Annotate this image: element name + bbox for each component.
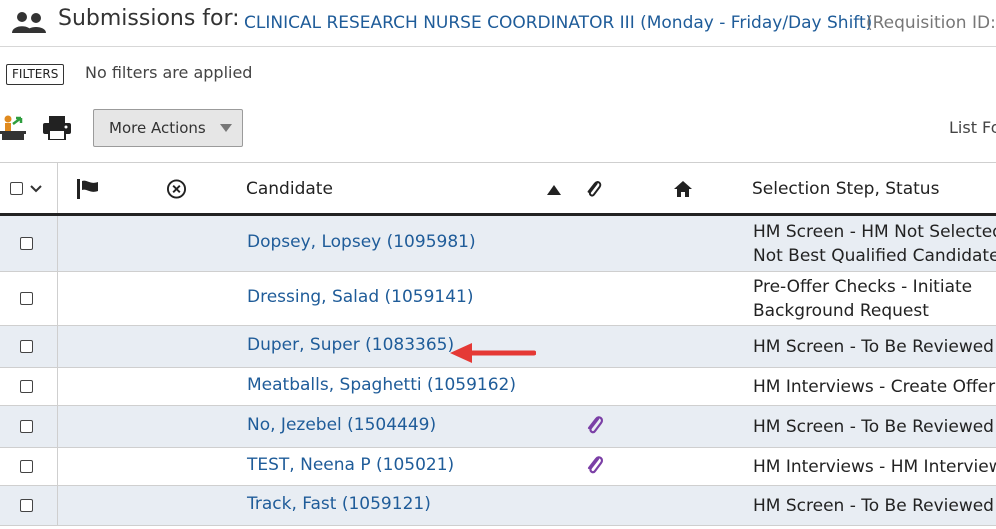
job-title-link[interactable]: CLINICAL RESEARCH NURSE COORDINATOR III … [244, 13, 872, 33]
dropdown-caret-icon [219, 124, 232, 132]
status-line: HM Screen - To Be Reviewed [753, 417, 994, 437]
candidate-link[interactable]: Dopsey, Lopsey (1095981) [247, 232, 476, 252]
row-checkbox[interactable] [20, 460, 33, 473]
flag-icon[interactable] [77, 179, 99, 199]
people-icon [12, 12, 46, 33]
selection-step-status: HM Interviews - HM Interviews [753, 455, 996, 479]
row-checkbox[interactable] [20, 420, 33, 433]
status-line: Not Best Qualified Candidate [753, 246, 996, 266]
table-row[interactable]: Dressing, Salad (1059141) Pre-Offer Check… [0, 272, 996, 326]
row-checkbox[interactable] [20, 237, 33, 250]
more-actions-label: More Actions [109, 119, 206, 137]
attachment-icon[interactable] [586, 454, 604, 476]
row-checkbox[interactable] [20, 380, 33, 393]
candidate-link[interactable]: TEST, Neena P (105021) [247, 455, 454, 475]
attachment-icon[interactable] [586, 414, 604, 436]
header-divider [0, 46, 996, 47]
table-header: Candidate Selection Step, Status [0, 162, 996, 216]
chevron-down-icon[interactable] [29, 184, 43, 194]
circle-x-icon[interactable] [166, 179, 187, 199]
status-line: HM Screen - To Be Reviewed [753, 337, 994, 357]
table-row[interactable]: TEST, Neena P (105021) HM Interviews - HM… [0, 448, 996, 486]
filters-button[interactable]: FILTERS [6, 64, 65, 85]
row-checkbox[interactable] [20, 292, 33, 305]
select-all-checkbox[interactable] [10, 163, 43, 214]
page-title: Submissions for: [58, 6, 240, 31]
table-row[interactable]: Track, Fast (1059121) HM Screen - To Be R… [0, 486, 996, 526]
selection-step-status: HM Screen - To Be Reviewed [753, 335, 994, 359]
table-row[interactable]: Meatballs, Spaghetti (1059162) HM Intervi… [0, 368, 996, 406]
status-line: Pre-Offer Checks - Initiate [753, 277, 973, 297]
red-arrow [450, 343, 536, 363]
selection-step-status: HM Interviews - Create Offer [753, 375, 995, 399]
selection-step-status: HM Screen - HM Not Selected Not Best Qual… [753, 220, 996, 268]
column-selection-step-status[interactable]: Selection Step, Status [752, 163, 939, 214]
paperclip-icon[interactable] [585, 179, 603, 199]
selection-step-status: HM Screen - To Be Reviewed [753, 415, 994, 439]
more-actions-button[interactable]: More Actions [93, 109, 243, 147]
candidate-move-icon[interactable] [0, 114, 26, 140]
candidate-link[interactable]: Meatballs, Spaghetti (1059162) [247, 375, 516, 395]
selection-step-status: HM Screen - To Be Reviewed [753, 494, 994, 518]
row-checkbox[interactable] [20, 499, 33, 512]
selection-step-status: Pre-Offer Checks - Initiate Background Re… [753, 275, 972, 323]
candidate-link[interactable]: No, Jezebel (1504449) [247, 415, 436, 435]
status-line: HM Interviews - Create Offer [753, 377, 996, 397]
status-line: HM Screen - To Be Reviewed [753, 496, 994, 516]
table-row[interactable]: No, Jezebel (1504449) HM Screen - To Be R… [0, 406, 996, 448]
home-icon[interactable] [673, 180, 693, 198]
sort-ascending-icon[interactable] [547, 185, 561, 195]
table-row[interactable]: Dopsey, Lopsey (1095981) HM Screen - HM N… [0, 216, 996, 272]
column-candidate[interactable]: Candidate [246, 163, 333, 214]
requisition-id: (Requisition ID: [866, 13, 996, 33]
candidate-link[interactable]: Dressing, Salad (1059141) [247, 287, 474, 307]
status-line: Background Request [753, 301, 929, 321]
list-format-label[interactable]: List Fo [949, 118, 996, 137]
page-header: Submissions for: CLINICAL RESEARCH NURSE… [0, 0, 996, 48]
candidate-link[interactable]: Track, Fast (1059121) [247, 494, 431, 514]
candidate-link[interactable]: Duper, Super (1083365) [247, 335, 454, 355]
print-icon[interactable] [43, 116, 71, 140]
status-line: HM Interviews - HM Interviews [753, 457, 996, 477]
status-line: HM Screen - HM Not Selected [753, 222, 996, 242]
row-checkbox[interactable] [20, 340, 33, 353]
filters-status: No filters are applied [85, 63, 253, 82]
